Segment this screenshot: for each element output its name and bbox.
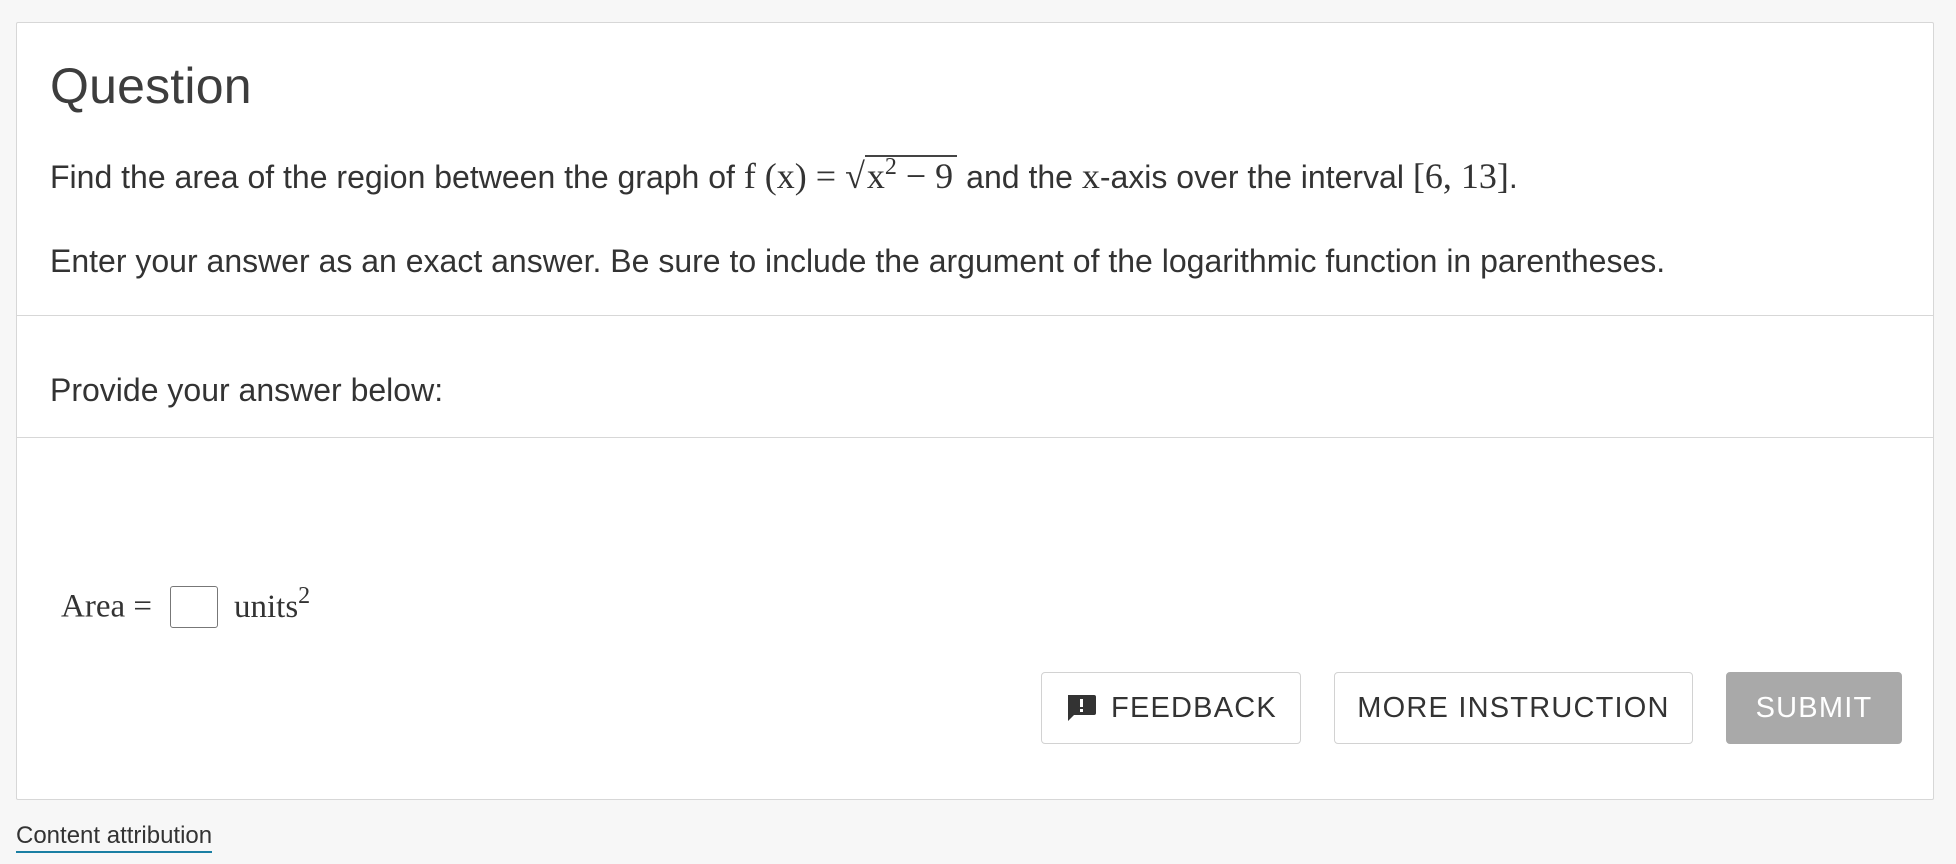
feedback-label: FEEDBACK [1111,691,1277,724]
prompt-text-mid: and the [966,159,1073,195]
radicand-base: x [866,156,885,196]
submit-label: SUBMIT [1755,691,1873,724]
content-attribution-link[interactable]: Content attribution [16,822,213,853]
area-answer-input[interactable] [169,586,218,628]
submit-button[interactable]: SUBMIT [1726,672,1902,744]
prompt-text-start: Find the area of the region between the … [50,159,735,195]
question-prompt: Find the area of the region between the … [50,155,1518,197]
interval: [6, 13] [1412,156,1509,196]
prompt-period: . [1508,159,1518,195]
area-answer-row: Area = units2 [61,584,310,628]
more-instruction-button[interactable]: MORE INSTRUCTION [1334,672,1693,744]
more-instruction-label: MORE INSTRUCTION [1357,691,1670,724]
function-expression: f (x) = √x2 − 9 [743,154,966,197]
question-title: Question [50,58,252,114]
radicand-rest: − 9 [896,156,954,196]
feedback-button[interactable]: FEEDBACK [1041,672,1301,744]
area-label: Area = [61,588,152,625]
provide-section: Provide your answer below: [17,316,1933,438]
units-label: units2 [233,584,310,625]
square-root: √x2 − 9 [845,154,958,197]
answer-section: Area = units2 [17,438,1933,799]
units-exponent: 2 [298,582,311,609]
axis-variable: x [1081,156,1100,196]
answer-instruction: Enter your answer as an exact answer. Be… [50,243,1666,279]
radicand-exponent: 2 [884,154,897,180]
feedback-icon [1065,693,1097,723]
radical-sign: √ [845,156,865,196]
provide-answer-label: Provide your answer below: [50,372,444,408]
radicand: x2 − 9 [864,154,958,194]
question-section: Question Find the area of the region bet… [17,23,1933,316]
units-text: units [233,588,299,625]
prompt-text-after: -axis over the interval [1099,159,1404,195]
function-lhs: f (x) = [743,156,846,196]
